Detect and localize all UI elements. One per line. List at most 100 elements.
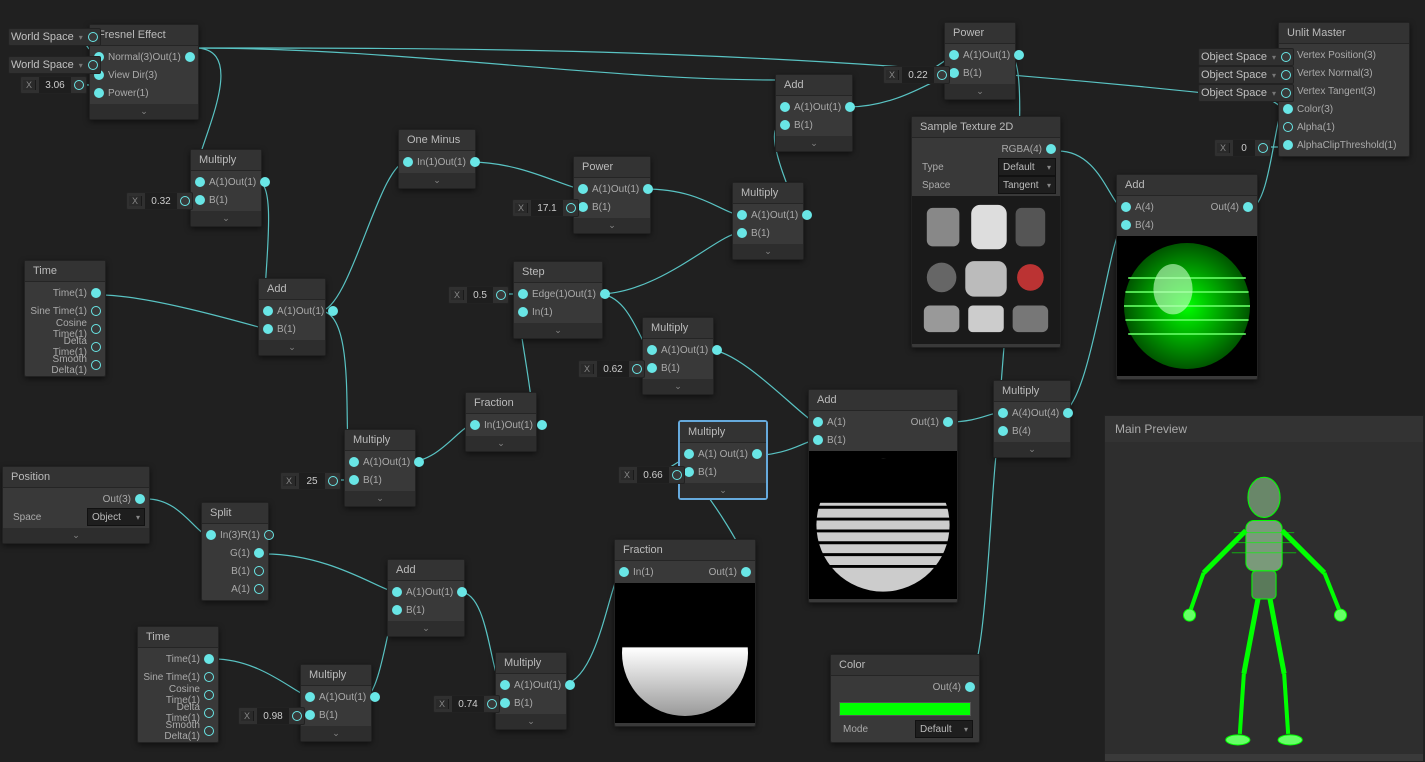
- node-title: Multiply: [994, 381, 1070, 402]
- node-position[interactable]: Position Out(3) SpaceObject▾ ⌄: [2, 466, 150, 544]
- chevron-down-icon[interactable]: ⌄: [90, 104, 198, 119]
- node-unlit-master[interactable]: Unlit Master Vertex Position(3) Vertex N…: [1278, 22, 1410, 157]
- color-swatch[interactable]: [839, 702, 971, 716]
- node-title: Color: [831, 655, 979, 676]
- node-multiply[interactable]: Multiply A(1)Out(1) B(1) ⌄: [642, 317, 714, 395]
- chevron-down-icon[interactable]: ⌄: [945, 84, 1015, 99]
- node-title: Position: [3, 467, 149, 488]
- node-title: Power: [574, 157, 650, 178]
- node-title: Multiply: [191, 150, 261, 171]
- chevron-down-icon[interactable]: ⌄: [466, 436, 536, 451]
- node-title: Add: [1117, 175, 1257, 196]
- node-title: Sample Texture 2D: [912, 117, 1060, 138]
- dropdown-world-space[interactable]: World Space▾: [8, 28, 101, 46]
- dropdown-mode[interactable]: Default▾: [915, 720, 973, 738]
- node-color[interactable]: Color Out(4) ModeDefault▾: [830, 654, 980, 743]
- main-preview-panel[interactable]: Main Preview: [1104, 415, 1424, 762]
- texture-preview: [912, 196, 1060, 344]
- node-title: Multiply: [301, 665, 371, 686]
- dropdown-space[interactable]: Tangent▾: [998, 176, 1056, 194]
- shader-graph-canvas[interactable]: Fresnel Effect Normal(3) Out(1) View Dir…: [0, 0, 1425, 762]
- sphere-preview-stripes: [809, 451, 957, 599]
- node-time[interactable]: Time Time(1) Sine Time(1) Cosine Time(1)…: [137, 626, 219, 743]
- chevron-down-icon[interactable]: ⌄: [259, 340, 325, 355]
- node-multiply[interactable]: Multiply A(1)Out(1) B(1) ⌄: [344, 429, 416, 507]
- node-fraction[interactable]: Fraction In(1)Out(1) ⌄: [465, 392, 537, 452]
- node-title: Step: [514, 262, 602, 283]
- node-fraction-preview[interactable]: Fraction In(1)Out(1): [614, 539, 756, 727]
- chevron-down-icon[interactable]: ⌄: [514, 323, 602, 338]
- node-title: Power: [945, 23, 1015, 44]
- value-pill[interactable]: X: [578, 360, 645, 378]
- node-time[interactable]: Time Time(1) Sine Time(1) Cosine Time(1)…: [24, 260, 106, 377]
- node-multiply[interactable]: Multiply A(4)Out(4) B(4) ⌄: [993, 380, 1071, 458]
- node-add[interactable]: Add A(1)Out(1) B(1) ⌄: [387, 559, 465, 637]
- chevron-down-icon[interactable]: ⌄: [680, 483, 766, 498]
- panel-title: Main Preview: [1105, 416, 1423, 442]
- node-title: Multiply: [345, 430, 415, 451]
- chevron-down-icon[interactable]: ⌄: [3, 528, 149, 543]
- chevron-down-icon[interactable]: ⌄: [776, 136, 852, 151]
- node-one-minus[interactable]: One Minus In(1)Out(1) ⌄: [398, 129, 476, 189]
- value-pill[interactable]: X: [1214, 139, 1271, 157]
- node-title: Fraction: [615, 540, 755, 561]
- port-label: Normal(3): [108, 52, 152, 63]
- chevron-down-icon[interactable]: ⌄: [994, 442, 1070, 457]
- node-multiply[interactable]: Multiply A(1)Out(1) B(1) ⌄: [495, 652, 567, 730]
- node-step[interactable]: Step Edge(1)Out(1) In(1) ⌄: [513, 261, 603, 339]
- node-multiply-selected[interactable]: Multiply A(1)Out(1) B(1) ⌄: [679, 421, 767, 499]
- value-pill[interactable]: X: [618, 466, 685, 484]
- node-title: Multiply: [733, 183, 803, 204]
- label: World Space: [11, 59, 74, 71]
- value-pill[interactable]: X: [883, 66, 950, 84]
- value-input[interactable]: [39, 77, 71, 93]
- node-fresnel-effect[interactable]: Fresnel Effect Normal(3) Out(1) View Dir…: [89, 24, 199, 120]
- node-title: Multiply: [680, 422, 766, 443]
- sphere-preview-green: [1117, 236, 1257, 376]
- dropdown-object-space[interactable]: Object Space▾: [1198, 48, 1294, 66]
- sphere-preview-gradient: [615, 583, 755, 723]
- chevron-down-icon[interactable]: ⌄: [733, 244, 803, 259]
- chevron-down-icon[interactable]: ⌄: [574, 218, 650, 233]
- value-pill[interactable]: X: [238, 707, 305, 725]
- dropdown-world-space[interactable]: World Space▾: [8, 56, 101, 74]
- node-title: Add: [809, 390, 957, 411]
- node-title: Time: [138, 627, 218, 648]
- node-title: Add: [259, 279, 325, 300]
- node-title: Add: [776, 75, 852, 96]
- value-pill[interactable]: X: [20, 76, 87, 94]
- node-add[interactable]: Add A(1)Out(1) B(1) ⌄: [775, 74, 853, 152]
- chevron-down-icon[interactable]: ⌄: [399, 173, 475, 188]
- node-add[interactable]: Add A(1)Out(1) B(1) ⌄: [258, 278, 326, 356]
- node-split[interactable]: Split In(3)R(1) G(1) B(1) A(1): [201, 502, 269, 601]
- node-sample-texture-2d[interactable]: Sample Texture 2D RGBA(4) TypeDefault▾ S…: [911, 116, 1061, 348]
- dropdown-object-space[interactable]: Object Space▾: [1198, 84, 1294, 102]
- node-title: Time: [25, 261, 105, 282]
- value-pill[interactable]: X: [448, 286, 509, 304]
- value-pill[interactable]: X: [280, 472, 341, 490]
- node-title: Fresnel Effect: [90, 25, 198, 46]
- dropdown-space[interactable]: Object▾: [87, 508, 145, 526]
- node-title: Fraction: [466, 393, 536, 414]
- dropdown-object-space[interactable]: Object Space▾: [1198, 66, 1294, 84]
- node-multiply[interactable]: Multiply A(1)Out(1) B(1) ⌄: [732, 182, 804, 260]
- node-add-preview[interactable]: Add A(1)Out(1) B(1): [808, 389, 958, 603]
- value-pill[interactable]: X: [512, 199, 579, 217]
- node-multiply[interactable]: Multiply A(1)Out(1) B(1) ⌄: [300, 664, 372, 742]
- node-multiply[interactable]: Multiply A(1)Out(1) B(1) ⌄: [190, 149, 262, 227]
- node-power[interactable]: Power A(1)Out(1) B(1) ⌄: [944, 22, 1016, 100]
- chevron-down-icon[interactable]: ⌄: [301, 726, 371, 741]
- value-pill[interactable]: X: [433, 695, 500, 713]
- value-pill[interactable]: X: [126, 192, 193, 210]
- chevron-down-icon[interactable]: ⌄: [191, 211, 261, 226]
- chevron-down-icon[interactable]: ⌄: [388, 621, 464, 636]
- node-power[interactable]: Power A(1)Out(1) B(1) ⌄: [573, 156, 651, 234]
- node-add-preview-green[interactable]: Add A(4)Out(4) B(4): [1116, 174, 1258, 380]
- dropdown-type[interactable]: Default▾: [998, 158, 1056, 176]
- chevron-down-icon[interactable]: ⌄: [643, 379, 713, 394]
- robot-preview: [1105, 442, 1423, 754]
- label: World Space: [11, 31, 74, 43]
- port-label: Power(1): [108, 88, 149, 99]
- chevron-down-icon[interactable]: ⌄: [345, 491, 415, 506]
- chevron-down-icon[interactable]: ⌄: [496, 714, 566, 729]
